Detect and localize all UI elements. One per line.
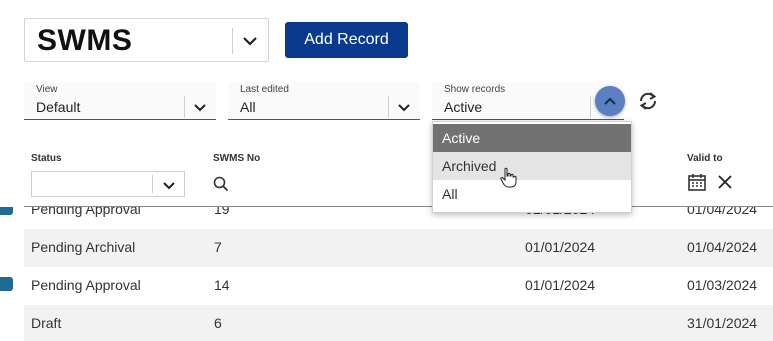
chevron-down-icon[interactable]: [159, 175, 179, 195]
records-table: Pending Approval 19 01/01/2024 01/04/202…: [0, 207, 773, 341]
show-records-dropdown: Active Archived All: [432, 121, 632, 213]
cell-valid-to: 01/04/2024: [687, 239, 758, 255]
table-row[interactable]: Draft 6 31/01/2024: [24, 305, 773, 341]
status-filter-select[interactable]: [31, 171, 185, 197]
chevron-up-icon: [604, 97, 616, 105]
view-filter[interactable]: View Default: [24, 82, 216, 120]
last-edited-filter-value: All: [240, 99, 256, 115]
table-row[interactable]: Pending Approval 19 01/01/2024 01/04/202…: [0, 207, 773, 229]
cell-status: Pending Archival: [31, 239, 136, 255]
divider: [232, 28, 233, 54]
option-active[interactable]: Active: [433, 124, 631, 152]
divider: [184, 96, 185, 118]
cell-valid-to: 31/01/2024: [687, 315, 758, 331]
cell-valid-from: 01/01/2024: [525, 239, 596, 255]
column-header-valid-to: Valid to: [687, 153, 723, 164]
chevron-down-icon[interactable]: [190, 97, 210, 117]
column-header-swms-no: SWMS No: [213, 153, 261, 164]
row-marker: [0, 207, 13, 215]
cell-valid-from: 01/01/2024: [525, 277, 596, 293]
table-row[interactable]: Pending Approval 14 01/01/2024 01/03/202…: [0, 267, 773, 305]
cell-status: Draft: [31, 315, 62, 331]
view-filter-value: Default: [36, 99, 81, 115]
search-icon[interactable]: [212, 175, 230, 193]
cell-swms-no: 14: [214, 277, 230, 293]
option-archived[interactable]: Archived: [433, 152, 631, 180]
show-records-toggle[interactable]: [595, 86, 625, 116]
cell-swms-no: 19: [214, 207, 230, 217]
add-record-button[interactable]: Add Record: [285, 22, 408, 58]
option-all[interactable]: All: [433, 180, 631, 208]
divider: [590, 96, 591, 118]
cell-valid-to: 01/03/2024: [687, 277, 758, 293]
last-edited-filter-label: Last edited: [240, 84, 289, 95]
column-header-status: Status: [31, 153, 62, 164]
refresh-icon[interactable]: [636, 89, 660, 113]
hand-cursor-icon: [500, 167, 517, 188]
chevron-down-icon[interactable]: [238, 29, 262, 53]
module-select[interactable]: SWMS: [24, 18, 269, 62]
calendar-icon[interactable]: [687, 172, 707, 192]
close-icon[interactable]: [715, 172, 735, 192]
show-records-filter-value: Active: [444, 99, 483, 115]
last-edited-filter[interactable]: Last edited All: [228, 82, 420, 120]
cell-valid-to: 01/04/2024: [687, 207, 758, 217]
cell-status: Pending Approval: [31, 207, 141, 217]
show-records-filter-label: Show records: [444, 84, 506, 95]
cell-swms-no: 6: [214, 315, 222, 331]
module-select-value: SWMS: [37, 24, 133, 57]
chevron-down-icon[interactable]: [394, 97, 414, 117]
cell-status: Pending Approval: [31, 277, 141, 293]
divider: [152, 175, 153, 193]
divider: [388, 96, 389, 118]
view-filter-label: View: [36, 84, 58, 95]
cell-swms-no: 7: [214, 239, 222, 255]
table-row[interactable]: Pending Archival 7 01/01/2024 01/04/2024: [24, 229, 773, 267]
row-marker: [0, 277, 13, 291]
